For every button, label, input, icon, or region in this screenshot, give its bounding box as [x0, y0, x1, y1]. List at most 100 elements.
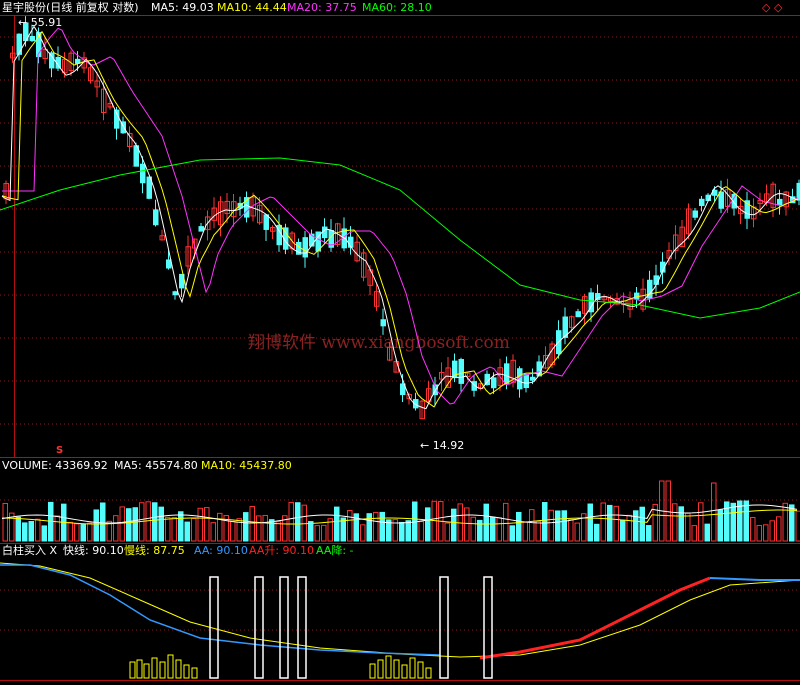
yellow-bar — [377, 659, 384, 679]
volume-bar — [288, 501, 294, 542]
volume-bar — [308, 521, 314, 542]
yellow-bar — [417, 661, 424, 679]
ma20-readout: MA20: 37.75 — [287, 1, 357, 14]
volume-bar — [113, 515, 119, 542]
fast-line-readout: 快线: 90.10 — [63, 544, 124, 557]
white-buy-bar — [279, 576, 289, 679]
close-indicator-icon[interactable]: X — [50, 544, 58, 557]
yellow-bar — [385, 655, 392, 679]
candle-body — [523, 374, 529, 389]
volume-bar — [314, 525, 320, 542]
volume-bar — [698, 502, 704, 542]
window-corner-icons[interactable]: ◇ ◇ — [762, 1, 782, 14]
volume-bar — [165, 516, 171, 542]
candle-body — [718, 191, 724, 209]
volume-bar — [678, 506, 684, 542]
high-price-marker: ← 55.91 — [18, 16, 63, 29]
yellow-bar — [167, 654, 174, 679]
volume-bar — [275, 521, 281, 542]
yellow-bar — [143, 663, 150, 679]
candle-body — [348, 236, 354, 248]
volume-bar — [704, 523, 710, 542]
volume-bar — [217, 512, 223, 542]
volume-bar — [756, 524, 762, 542]
volume-bar — [769, 520, 775, 542]
volume-bar — [35, 518, 41, 542]
white-buy-bar — [297, 576, 307, 679]
volume-bar — [620, 519, 626, 542]
volume-bar — [295, 502, 301, 542]
volume-bar — [204, 507, 210, 542]
white-buy-bar — [439, 576, 449, 679]
volume-ma5-line — [1, 504, 798, 524]
volume-bar — [418, 521, 424, 542]
volume-bar — [646, 525, 652, 542]
volume-bar — [535, 520, 541, 542]
volume-bar — [373, 511, 379, 542]
yellow-bar — [129, 661, 136, 679]
kline-chart-canvas[interactable]: 翔博软件 www.xiangbosoft.com — [0, 0, 800, 682]
volume-bar — [340, 517, 346, 542]
yellow-bar — [393, 659, 400, 679]
aa-readout: AA: 90.10 — [194, 544, 248, 557]
candle-body — [16, 33, 22, 55]
volume-bar — [425, 507, 431, 542]
volume-bar — [730, 502, 736, 542]
volume-bar — [600, 502, 606, 542]
volume-readout: VOLUME: 43369.92 — [2, 459, 108, 472]
volume-bar — [743, 500, 749, 542]
slow-line — [0, 562, 800, 658]
fast-line — [0, 564, 441, 656]
volume-bar — [503, 502, 509, 542]
volume-bar — [795, 510, 800, 542]
yellow-bar — [409, 657, 416, 679]
volume-bar — [613, 505, 619, 542]
volume-bar — [776, 516, 782, 542]
ma60-readout: MA60: 28.10 — [362, 1, 432, 14]
volume-bar — [509, 525, 515, 542]
stock-chart-window[interactable]: 翔博软件 www.xiangbosoft.com 星宇股份(日线 前复权 对数)… — [0, 0, 800, 682]
ma10-line — [1, 30, 799, 408]
volume-bar — [561, 510, 567, 542]
aa-up-line — [479, 576, 711, 660]
candle-body — [166, 259, 172, 269]
stock-title: 星宇股份(日线 前复权 对数) — [2, 1, 139, 14]
candle-body — [699, 198, 705, 207]
yellow-bar — [369, 663, 376, 679]
candle-body — [504, 363, 510, 385]
volume-bar — [28, 521, 34, 542]
volume-bar — [171, 516, 177, 542]
yellow-bar — [401, 664, 408, 679]
white-buy-bar — [483, 576, 493, 679]
volume-bar — [685, 512, 691, 542]
volume-bar — [152, 502, 158, 542]
candle-body — [380, 319, 386, 327]
volume-bar — [633, 510, 639, 542]
ma5-readout: MA5: 49.03 — [151, 1, 214, 14]
volume-bar — [568, 519, 574, 542]
yellow-bar — [159, 661, 166, 679]
indicator-name: 白柱买入 X — [2, 544, 58, 557]
volume-bar — [379, 511, 385, 542]
volume-bar — [444, 522, 450, 542]
volume-bar — [360, 524, 366, 542]
candle-body — [263, 214, 269, 230]
volume-bar — [574, 522, 580, 542]
volume-bar — [464, 507, 470, 542]
volume-bar — [405, 520, 411, 542]
volume-bar — [490, 516, 496, 542]
volume-bar — [334, 506, 340, 542]
volume-bar — [555, 510, 561, 542]
volume-bar — [665, 480, 671, 542]
volume-bar — [54, 515, 60, 542]
indicator-series — [0, 562, 800, 679]
volume-bar — [587, 503, 593, 542]
volume-bar — [366, 513, 372, 542]
volume-bar — [548, 509, 554, 542]
volume-bar — [782, 502, 788, 542]
candle-body — [49, 52, 55, 69]
candle-body — [140, 163, 146, 184]
volume-bar — [87, 522, 93, 542]
volume-bar — [542, 502, 548, 542]
volume-bar — [594, 523, 600, 542]
